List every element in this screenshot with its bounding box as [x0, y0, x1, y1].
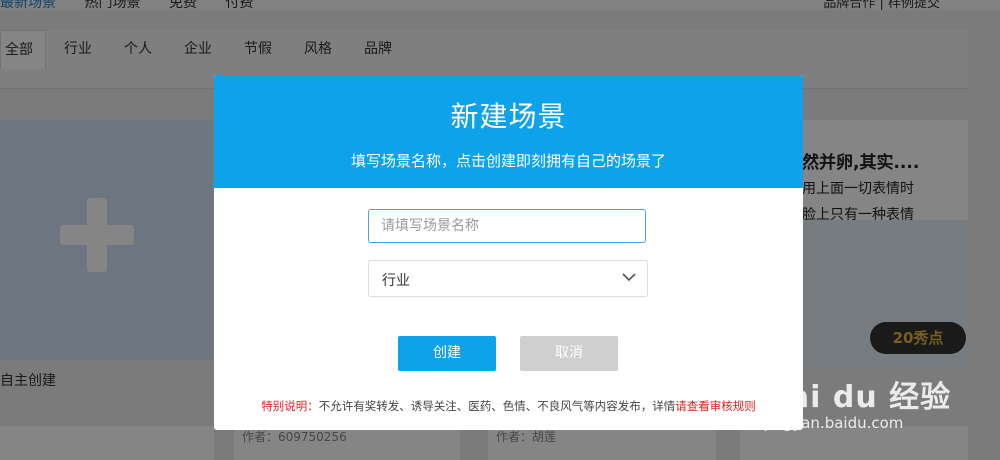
- notice-text: 特别说明：不允许有奖转发、诱导关注、医药、色情、不良风气等内容发布，详情请查看审…: [214, 398, 803, 414]
- dialog-subtitle: 填写场景名称，点击创建即刻拥有自己的场景了: [350, 152, 666, 170]
- scene-name-input[interactable]: [368, 209, 646, 243]
- new-scene-dialog: 新建场景 填写场景名称，点击创建即刻拥有自己的场景了 行业 创建 取消 特别说明…: [214, 75, 803, 430]
- dialog-title: 新建场景: [450, 100, 567, 133]
- category-select[interactable]: 行业: [368, 260, 648, 297]
- create-button[interactable]: 创建: [398, 336, 496, 371]
- notice-body: 不允许有奖转发、诱导关注、医药、色情、不良风气等内容发布，详情: [318, 399, 676, 413]
- cancel-button[interactable]: 取消: [520, 336, 618, 371]
- notice-prefix: 特别说明：: [261, 399, 319, 413]
- chevron-down-icon: [622, 273, 636, 282]
- dialog-header: 新建场景 填写场景名称，点击创建即刻拥有自己的场景了: [214, 75, 803, 188]
- category-select-value: 行业: [382, 273, 410, 289]
- review-rules-link[interactable]: 请查看审核规则: [675, 399, 756, 413]
